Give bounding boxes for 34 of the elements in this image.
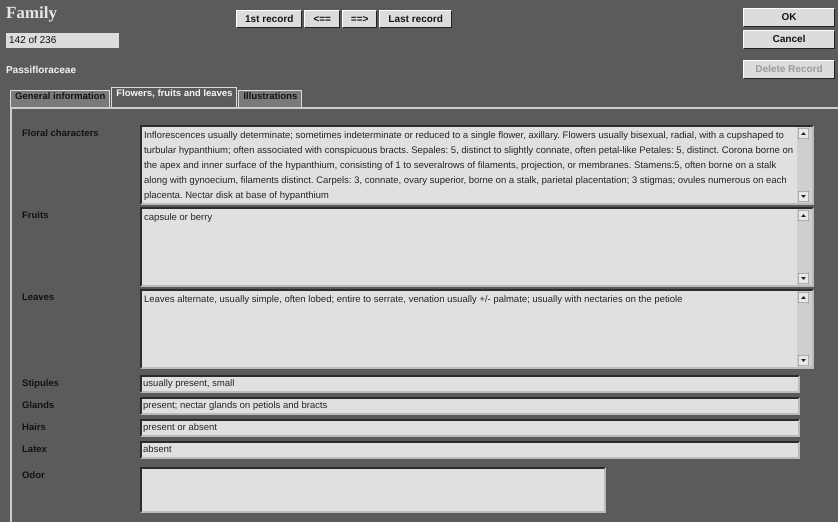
memo-field[interactable]: Leaves alternate, usually simple, often lobed; entire to serrate, venation usually +/- palmate; usually with nectaries on the petiole <box>140 289 814 369</box>
field-label: Latex <box>22 443 48 455</box>
action-button[interactable]: OK <box>743 8 835 27</box>
text-field[interactable]: present or absent <box>140 419 800 437</box>
nav-button[interactable]: Last record <box>379 10 452 28</box>
tab[interactable]: General information <box>10 90 110 107</box>
nav-button[interactable]: <== <box>304 10 340 28</box>
memo-field[interactable]: capsule or berry <box>140 207 814 287</box>
field-label: Floral characters <box>22 127 100 139</box>
scroll-down-icon[interactable] <box>798 355 809 366</box>
text-field[interactable]: usually present, small <box>140 375 800 393</box>
tab[interactable]: Illustrations <box>238 90 302 107</box>
field-label: Glands <box>22 399 56 411</box>
action-button[interactable]: Cancel <box>743 30 835 49</box>
nav-button[interactable]: ==> <box>342 10 378 28</box>
memo-field[interactable]: Inflorescences usually determinate; sometimes indeterminate or reduced to a single flower, axillary. Flowers usually bisexual, radial, with a cupshaped to turbular hypanthium; often associated with conspicuous bracts. Sepales: 5, distinct to slightly connate, often petal-like Petales: 5, distinct. Corona borne on the apex and inner surface of the hypanthium, consisting of 1 to severalrows of filaments, projection, or membranes. Stamens:5, often borne on a stalk along with gynoecium, filaments distinct. Carpels: 3, connate, ovary superior, borne on a stalk, parietal placentation; 3 stigmas; ovules numerous on each placenta. Nectar disk at base of hypanthium <box>140 125 814 205</box>
text-field[interactable]: present; nectar glands on petiols and bracts <box>140 397 800 415</box>
record-counter: 142 of 236 <box>6 33 119 48</box>
field-label: Fruits <box>22 209 50 221</box>
scroll-up-icon[interactable] <box>798 210 809 221</box>
field-label: Leaves <box>22 291 56 303</box>
field-label: Odor <box>22 469 46 481</box>
field-label: Stipules <box>22 377 60 389</box>
scroll-down-icon[interactable] <box>798 191 809 202</box>
tab[interactable]: Flowers, fruits and leaves <box>111 87 238 107</box>
scroll-up-icon[interactable] <box>798 292 809 303</box>
text-field[interactable]: absent <box>140 441 800 459</box>
nav-button[interactable]: 1st record <box>236 10 302 28</box>
scroll-up-icon[interactable] <box>798 128 809 139</box>
window-title: Family <box>6 3 58 24</box>
text-field[interactable] <box>140 467 606 513</box>
field-label: Hairs <box>22 421 47 433</box>
scroll-down-icon[interactable] <box>798 273 809 284</box>
family-name: Passifloraceae <box>6 65 78 76</box>
